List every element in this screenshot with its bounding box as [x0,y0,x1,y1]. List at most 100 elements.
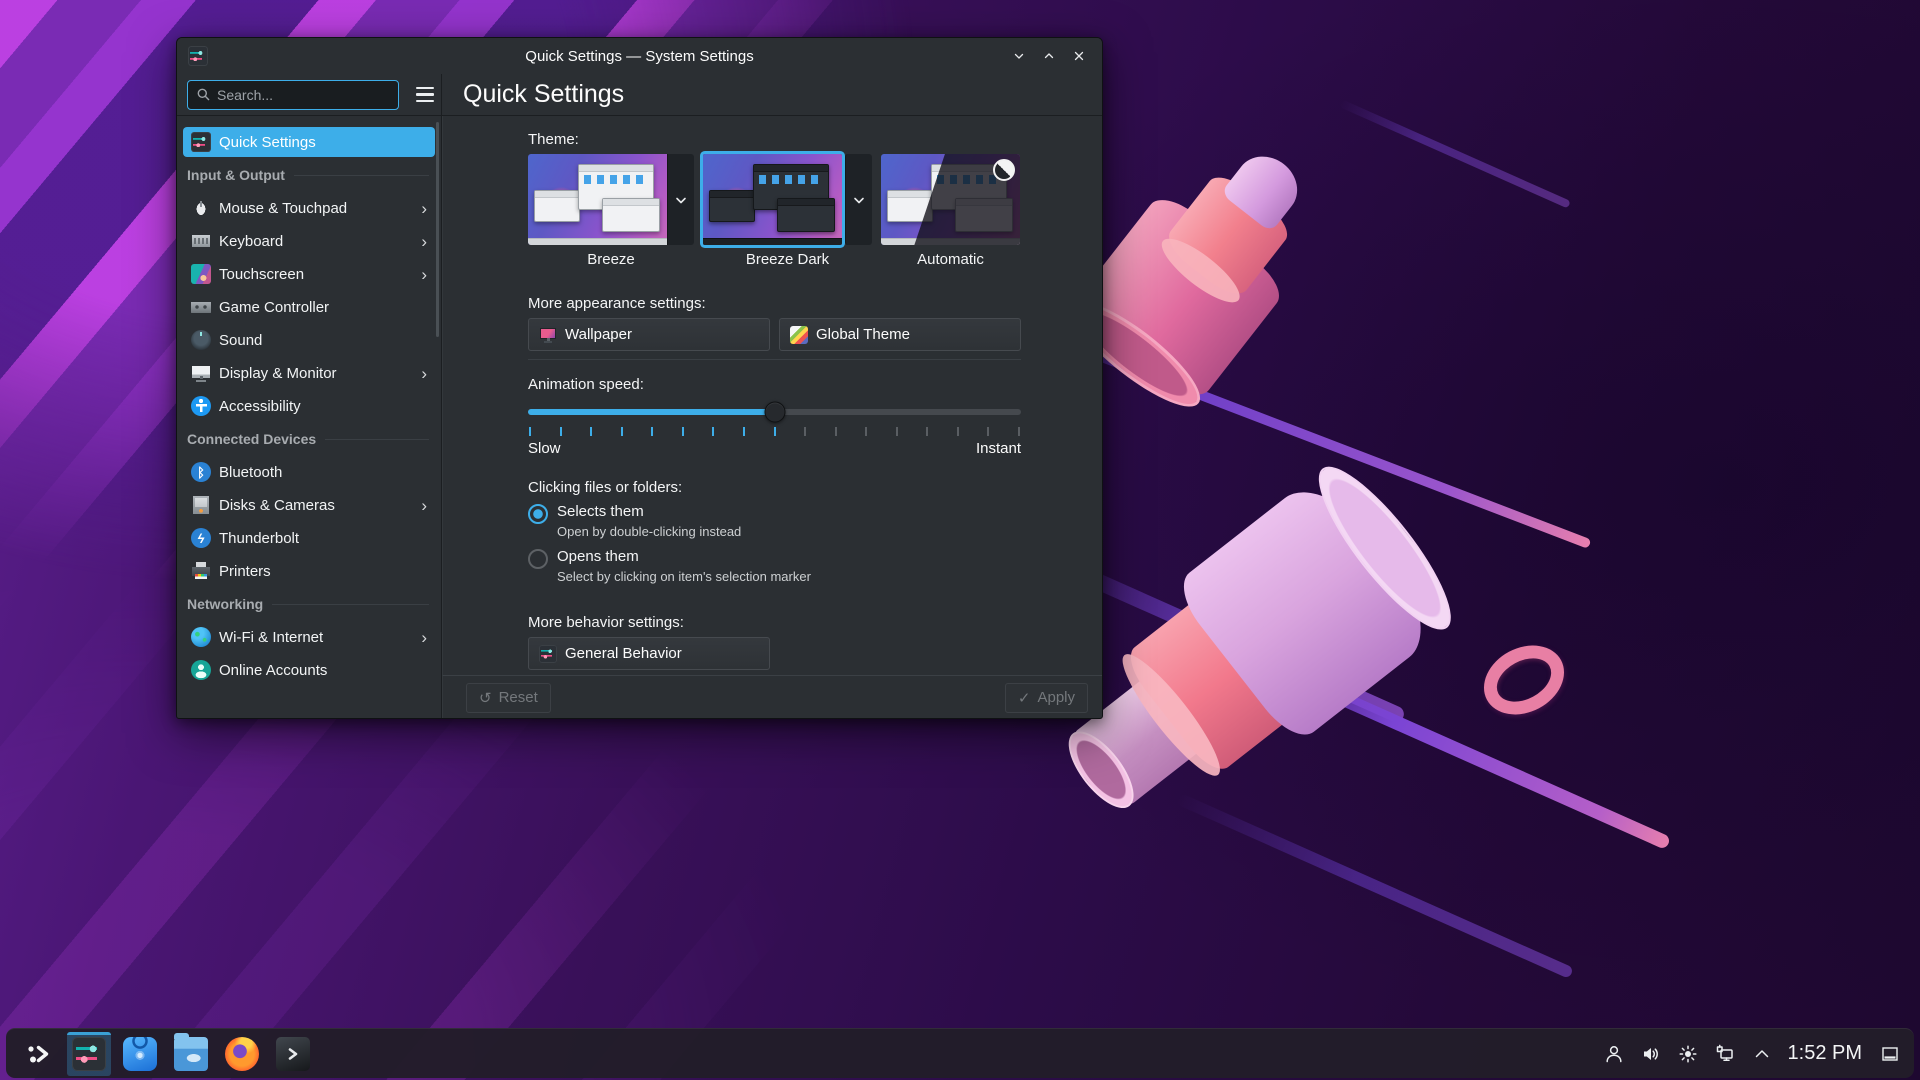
window-icon [188,46,208,66]
sidebar-item-thunderbolt[interactable]: Thunderbolt [183,523,435,553]
slider-handle[interactable] [764,402,785,423]
apply-button[interactable]: ✓ Apply [1005,683,1088,713]
sidebar-item-sound[interactable]: Sound [183,325,435,355]
menu-button[interactable] [411,81,439,109]
sidebar-item-game-controller[interactable]: Game Controller [183,292,435,322]
reset-button[interactable]: ↺ Reset [466,683,551,713]
sound-icon [191,330,211,350]
radio-button[interactable] [528,549,548,569]
radio-button[interactable] [528,504,548,524]
sidebar-item-label: Touchscreen [219,266,304,283]
sidebar-item-label: Wi-Fi & Internet [219,629,323,646]
minimize-button[interactable] [1004,41,1034,71]
discover-icon [123,1037,157,1071]
sidebar-section-connected-devices: Connected Devices [183,424,435,454]
section-label: Input & Output [187,167,285,183]
general-behavior-button[interactable]: General Behavior [528,637,770,670]
close-button[interactable] [1064,41,1094,71]
slider-tick [651,427,653,436]
wallpaper-button[interactable]: Wallpaper [528,318,770,351]
preview-taskbar [528,238,667,245]
clock[interactable]: 1:52 PM [1788,1042,1862,1065]
sidebar-item-quick-settings[interactable]: Quick Settings [183,127,435,157]
undo-icon: ↺ [479,689,492,707]
taskbar-app-discover[interactable] [118,1032,162,1076]
taskbar-app-konsole[interactable] [271,1032,315,1076]
sidebar-item-online-accounts[interactable]: Online Accounts [183,655,435,685]
radio-label: Selects them [557,503,741,520]
chevron-right-icon: › [421,365,427,382]
behavior-buttons: General Behavior [528,637,1021,670]
main-toolbar: Quick Settings [442,74,1102,116]
taskbar-app-system-settings[interactable] [67,1032,111,1076]
slider-tick [804,427,806,436]
theme-dropdown-button[interactable] [845,154,872,245]
chevron-down-icon [1012,49,1026,63]
show-desktop-button[interactable] [1878,1042,1902,1066]
system-settings-icon [72,1037,106,1071]
chevron-right-icon: › [421,266,427,283]
tray-user-button[interactable] [1602,1042,1626,1066]
system-tray [1602,1042,1774,1066]
sidebar-item-display-monitor[interactable]: Display & Monitor › [183,358,435,388]
firefox-icon [225,1037,259,1071]
titlebar[interactable]: Quick Settings — System Settings [177,38,1102,74]
button-label: Global Theme [816,326,910,343]
slider-tick [529,427,531,436]
sidebar-scrollbar[interactable] [436,122,439,337]
hamburger-icon [416,87,434,89]
slider-track[interactable] [528,401,1021,423]
sidebar-item-disks-cameras[interactable]: Disks & Cameras› [183,490,435,520]
slider-tick [682,427,684,436]
theme-preview-automatic[interactable] [881,154,1020,245]
slider-min-label: Slow [528,440,561,457]
tray-volume-button[interactable] [1639,1042,1663,1066]
bluetooth-icon [191,462,211,482]
dolphin-icon [174,1037,208,1071]
tray-expand-button[interactable] [1750,1042,1774,1066]
sidebar-section-input-output: Input & Output [183,160,435,190]
mouse-icon [191,198,211,218]
thunderbolt-icon [191,528,211,548]
slider-tick [926,427,928,436]
radio-label: Opens them [557,548,811,565]
sidebar-item-mouse-touchpad[interactable]: Mouse & Touchpad› [183,193,435,223]
sidebar-item-accessibility[interactable]: Accessibility [183,391,435,421]
tray-display-button[interactable] [1713,1042,1737,1066]
sidebar-item-keyboard[interactable]: Keyboard› [183,226,435,256]
slider-tick [987,427,989,436]
global-theme-button[interactable]: Global Theme [779,318,1021,351]
theme-preview-breeze[interactable] [528,154,667,245]
animation-speed-slider[interactable]: Slow Instant [528,401,1021,457]
sidebar-item-label: Display & Monitor [219,365,337,382]
window-controls [1004,38,1094,74]
tray-brightness-button[interactable] [1676,1042,1700,1066]
taskbar-app-dolphin[interactable] [169,1032,213,1076]
theme-preview-breeze-dark[interactable] [703,154,842,245]
slider-tick [865,427,867,436]
theme-option-label: Breeze [528,251,694,268]
touchscreen-icon [191,264,211,284]
section-divider-line [272,604,429,605]
theme-option-breeze-dark: Breeze Dark [703,154,872,268]
taskbar-app-firefox[interactable] [220,1032,264,1076]
sidebar-item-wifi-internet[interactable]: Wi-Fi & Internet › [183,622,435,652]
volume-icon [1640,1043,1662,1065]
theme-dropdown-button[interactable] [667,154,694,245]
checkmark-icon: ✓ [1018,689,1031,707]
window-title: Quick Settings — System Settings [177,48,1102,65]
maximize-button[interactable] [1034,41,1064,71]
sidebar-item-touchscreen[interactable]: Touchscreen › [183,259,435,289]
konsole-icon [276,1037,310,1071]
main-pane: Quick Settings Theme: BreezeBreeze DarkA… [442,74,1102,719]
user-icon [1603,1043,1625,1065]
behavior-label: More behavior settings: [528,614,1021,631]
printer-icon [191,561,211,581]
search-input[interactable]: Search... [187,80,399,110]
sidebar-item-label: Game Controller [219,299,329,316]
disks-icon [191,495,211,515]
sidebar-item-printers[interactable]: Printers [183,556,435,586]
app-launcher-button[interactable] [16,1032,60,1076]
chevron-right-icon: › [421,629,427,646]
sidebar-item-bluetooth[interactable]: Bluetooth [183,457,435,487]
